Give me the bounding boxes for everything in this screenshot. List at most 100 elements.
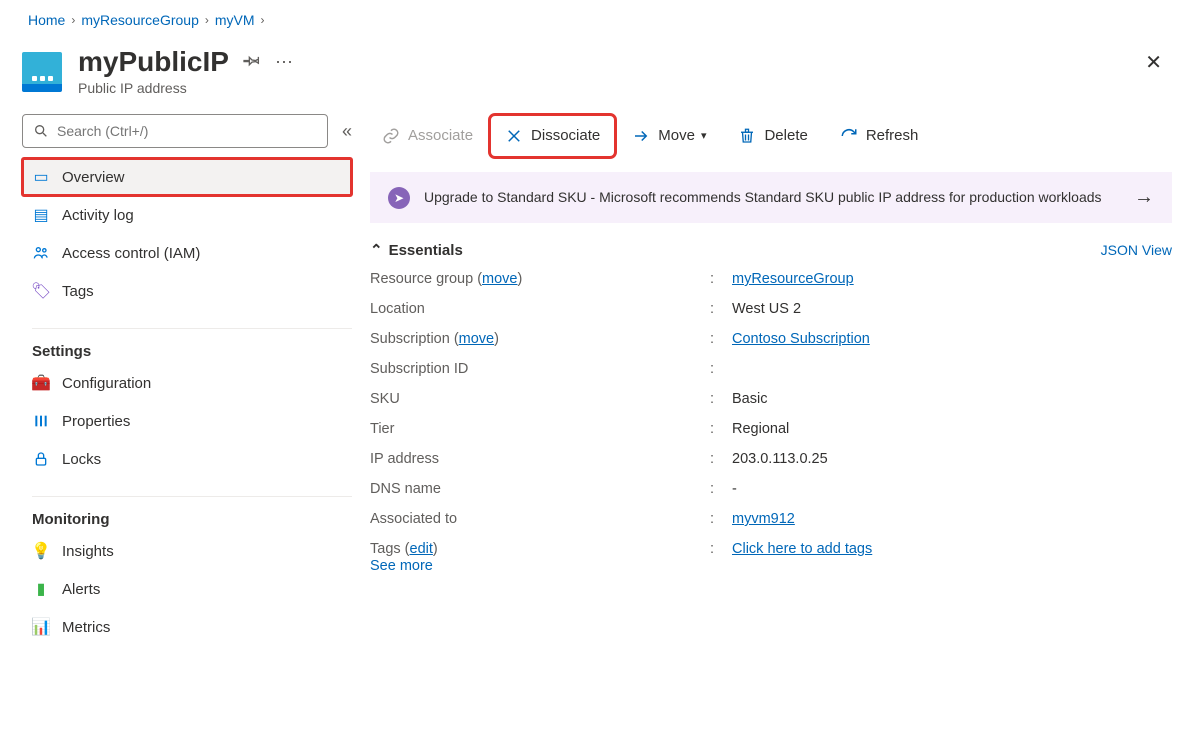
- access-control-icon: [32, 245, 50, 261]
- edit-tags-link[interactable]: edit: [410, 541, 433, 557]
- value-tier: Regional: [732, 421, 1172, 437]
- more-icon[interactable]: ⋯: [275, 52, 293, 73]
- refresh-button[interactable]: Refresh: [828, 118, 931, 154]
- move-link[interactable]: move: [459, 331, 494, 347]
- sidebar-item-tags[interactable]: 🏷 Tags: [22, 272, 352, 310]
- sidebar-item-label: Metrics: [62, 619, 110, 636]
- dissociate-button[interactable]: Dissociate: [493, 118, 612, 154]
- breadcrumb-resource-group[interactable]: myResourceGroup: [81, 12, 199, 28]
- move-button[interactable]: Move ▾: [620, 118, 718, 154]
- overview-icon: ▭: [32, 167, 50, 187]
- cmd-label: Dissociate: [531, 127, 600, 144]
- chevron-up-icon: ⌃: [370, 241, 383, 259]
- essentials-toggle[interactable]: ⌃ Essentials: [370, 241, 463, 259]
- sidebar-item-label: Access control (IAM): [62, 245, 200, 262]
- sidebar-item-insights[interactable]: 💡 Insights: [22, 532, 352, 570]
- arrow-right-icon: [632, 127, 650, 145]
- chevron-down-icon: ▾: [701, 129, 707, 142]
- label-ip-address: IP address: [370, 451, 710, 467]
- sidebar-item-activity-log[interactable]: ▤ Activity log: [22, 196, 352, 234]
- sidebar-section-monitoring: Monitoring: [32, 496, 352, 528]
- activity-log-icon: ▤: [32, 205, 50, 225]
- sidebar-item-alerts[interactable]: ▮ Alerts: [22, 570, 352, 608]
- chevron-right-icon: ›: [261, 13, 265, 27]
- rocket-icon: ➤: [388, 187, 410, 209]
- json-view-link[interactable]: JSON View: [1101, 242, 1172, 258]
- sidebar-item-label: Properties: [62, 413, 130, 430]
- sidebar-item-label: Alerts: [62, 581, 100, 598]
- sidebar-item-label: Configuration: [62, 375, 151, 392]
- sidebar: « ▭ Overview ▤ Activity log Access contr…: [0, 114, 370, 646]
- sidebar-item-configuration[interactable]: 🧰 Configuration: [22, 364, 352, 402]
- command-bar: Associate Dissociate Move ▾ Delete Refre…: [370, 114, 1172, 158]
- see-more-link[interactable]: See more: [370, 558, 433, 574]
- value-tags[interactable]: Click here to add tags: [732, 541, 872, 557]
- label-subscription: Subscription (move): [370, 331, 710, 347]
- insights-icon: 💡: [32, 541, 50, 561]
- essentials-title: Essentials: [389, 242, 463, 259]
- public-ip-resource-icon: [22, 52, 62, 92]
- trash-icon: [738, 127, 756, 145]
- refresh-icon: [840, 127, 858, 145]
- search-icon: [33, 123, 49, 139]
- label-resource-group: Resource group (move): [370, 271, 710, 287]
- sidebar-item-label: Insights: [62, 543, 114, 560]
- breadcrumb-home[interactable]: Home: [28, 12, 65, 28]
- breadcrumb: Home › myResourceGroup › myVM ›: [0, 0, 1200, 40]
- label-location: Location: [370, 301, 710, 317]
- sidebar-item-metrics[interactable]: 📊 Metrics: [22, 608, 352, 646]
- value-dns-name: -: [732, 481, 1172, 497]
- cmd-label: Refresh: [866, 127, 919, 144]
- cmd-label: Delete: [764, 127, 807, 144]
- lock-icon: [32, 451, 50, 467]
- move-link[interactable]: move: [482, 271, 517, 287]
- chevron-right-icon: ›: [71, 13, 75, 27]
- value-ip-address: 203.0.113.0.25: [732, 451, 1172, 467]
- resource-type-subtitle: Public IP address: [78, 80, 293, 96]
- banner-text: Upgrade to Standard SKU - Microsoft reco…: [424, 187, 1120, 207]
- delete-button[interactable]: Delete: [726, 118, 819, 154]
- cmd-label: Move: [658, 127, 695, 144]
- link-icon: [382, 127, 400, 145]
- value-resource-group[interactable]: myResourceGroup: [732, 271, 854, 287]
- sidebar-item-properties[interactable]: Properties: [22, 402, 352, 440]
- label-tier: Tier: [370, 421, 710, 437]
- value-subscription-id: [732, 361, 1172, 377]
- breadcrumb-vm[interactable]: myVM: [215, 12, 255, 28]
- collapse-sidebar-icon[interactable]: «: [342, 121, 352, 142]
- value-subscription[interactable]: Contoso Subscription: [732, 331, 870, 347]
- value-sku: Basic: [732, 391, 1172, 407]
- value-location: West US 2: [732, 301, 1172, 317]
- configuration-icon: 🧰: [32, 373, 50, 393]
- properties-icon: [32, 413, 50, 429]
- sidebar-search[interactable]: [22, 114, 328, 148]
- label-associated-to: Associated to: [370, 511, 710, 527]
- value-associated-to[interactable]: myvm912: [732, 511, 795, 527]
- sidebar-item-access-control[interactable]: Access control (IAM): [22, 234, 352, 272]
- page-header: myPublicIP ⋯ Public IP address ✕: [0, 40, 1200, 114]
- chevron-right-icon: ›: [205, 13, 209, 27]
- tags-icon: 🏷: [32, 281, 50, 301]
- sidebar-item-label: Tags: [62, 283, 94, 300]
- sidebar-item-overview[interactable]: ▭ Overview: [22, 158, 352, 196]
- arrow-right-icon[interactable]: →: [1134, 186, 1154, 209]
- search-input[interactable]: [57, 123, 317, 139]
- close-icon[interactable]: ✕: [1135, 46, 1172, 79]
- sidebar-item-label: Activity log: [62, 207, 134, 224]
- label-subscription-id: Subscription ID: [370, 361, 710, 377]
- upgrade-banner[interactable]: ➤ Upgrade to Standard SKU - Microsoft re…: [370, 172, 1172, 223]
- sidebar-item-label: Overview: [62, 169, 125, 186]
- sidebar-item-locks[interactable]: Locks: [22, 440, 352, 478]
- page-title: myPublicIP: [78, 46, 229, 78]
- label-sku: SKU: [370, 391, 710, 407]
- close-icon: [505, 127, 523, 145]
- associate-button: Associate: [370, 118, 485, 154]
- main-pane: Associate Dissociate Move ▾ Delete Refre…: [370, 114, 1200, 646]
- alerts-icon: ▮: [32, 579, 50, 599]
- sidebar-item-label: Locks: [62, 451, 101, 468]
- pin-icon[interactable]: [243, 51, 261, 74]
- essentials-grid: Resource group (move) : myResourceGroup …: [370, 271, 1172, 557]
- label-tags: Tags (edit): [370, 541, 710, 557]
- sidebar-section-settings: Settings: [32, 328, 352, 360]
- label-dns-name: DNS name: [370, 481, 710, 497]
